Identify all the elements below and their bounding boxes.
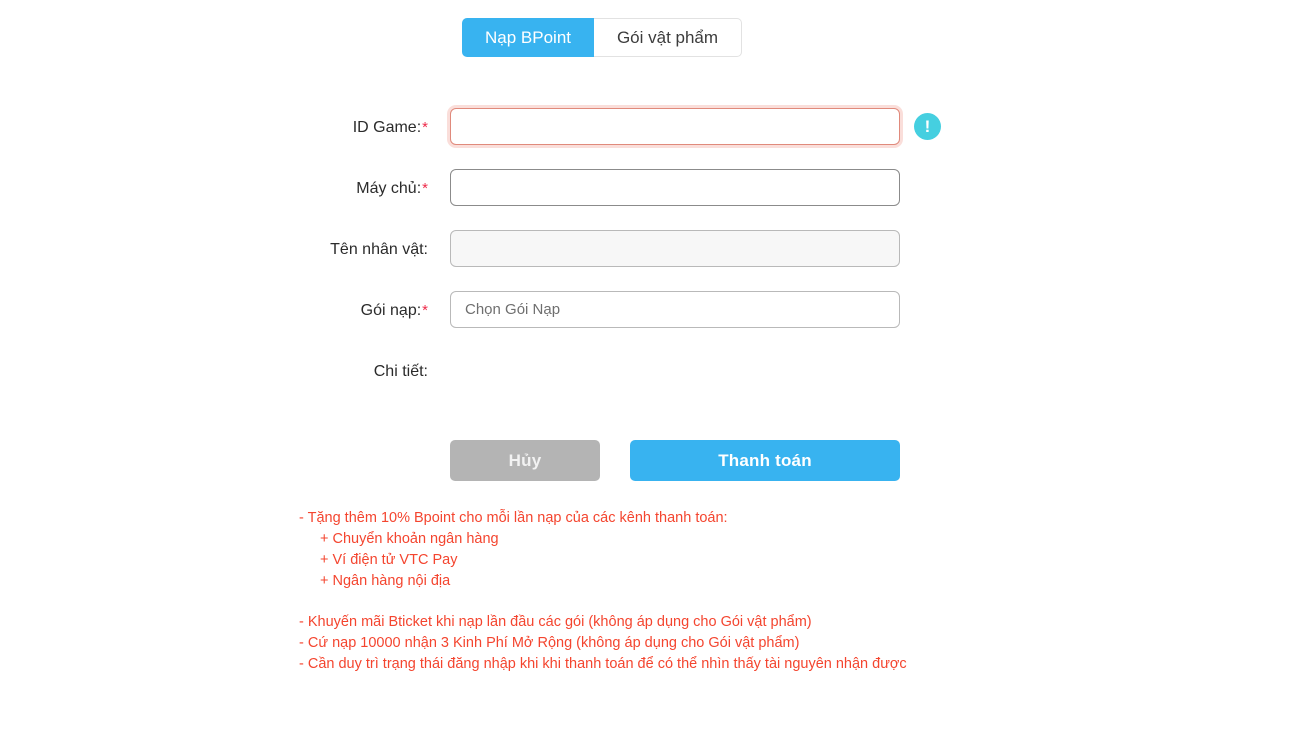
goi-nap-select[interactable] <box>450 291 900 328</box>
ten-nhan-vat-input <box>450 230 900 267</box>
field-wrap-ten-nhan-vat <box>450 230 900 267</box>
payment-type-tabs: Nạp BPoint Gói vật phẩm <box>462 18 742 57</box>
tab-nap-bpoint-label: Nạp BPoint <box>485 28 571 47</box>
pay-button[interactable]: Thanh toán <box>630 440 900 481</box>
form-row-goi-nap: Gói nạp:* <box>0 291 1301 352</box>
recharge-form: ID Game:* ! Máy chủ:* Tên nhân vật: Gói … <box>0 108 1301 413</box>
label-goi-nap-text: Gói nạp: <box>360 302 422 319</box>
label-id-game-text: ID Game: <box>352 119 422 136</box>
tab-nap-bpoint[interactable]: Nạp BPoint <box>462 18 594 57</box>
promo-heading: - Tặng thêm 10% Bpoint cho mỗi lần nạp c… <box>299 510 728 526</box>
required-marker-may-chu: * <box>422 180 428 197</box>
field-wrap-goi-nap <box>450 291 900 328</box>
promo-item: + Chuyển khoản ngân hàng <box>320 531 499 547</box>
cancel-button[interactable]: Hủy <box>450 440 600 481</box>
notes-spacer <box>299 592 919 612</box>
promo-note: - Khuyến mãi Bticket khi nạp lần đầu các… <box>299 614 812 630</box>
field-wrap-id-game: ! <box>450 108 941 145</box>
label-chi-tiet-text: Chi tiết: <box>373 363 428 380</box>
form-row-ten-nhan-vat: Tên nhân vật: <box>0 230 1301 291</box>
required-marker-id-game: * <box>422 119 428 136</box>
label-may-chu: Máy chủ:* <box>0 169 428 209</box>
promo-note: - Cần duy trì trạng thái đăng nhập khi k… <box>299 656 907 672</box>
label-goi-nap: Gói nạp:* <box>0 291 428 331</box>
promotion-notes: - Tặng thêm 10% Bpoint cho mỗi lần nạp c… <box>299 508 919 675</box>
form-row-may-chu: Máy chủ:* <box>0 169 1301 230</box>
label-id-game: ID Game:* <box>0 108 428 148</box>
promo-item: + Ví điện tử VTC Pay <box>320 552 458 568</box>
label-chi-tiet: Chi tiết: <box>0 352 428 392</box>
tab-goi-vat-pham[interactable]: Gói vật phẩm <box>594 18 742 57</box>
form-row-chi-tiet: Chi tiết: <box>0 352 1301 413</box>
required-marker-goi-nap: * <box>422 302 428 319</box>
field-wrap-may-chu <box>450 169 900 206</box>
tab-goi-vat-pham-label: Gói vật phẩm <box>616 28 719 47</box>
promo-item: + Ngân hàng nội địa <box>320 573 451 589</box>
label-may-chu-text: Máy chủ: <box>356 180 422 197</box>
label-ten-nhan-vat-text: Tên nhân vật: <box>330 241 428 258</box>
may-chu-input[interactable] <box>450 169 900 206</box>
form-row-id-game: ID Game:* ! <box>0 108 1301 169</box>
label-ten-nhan-vat: Tên nhân vật: <box>0 230 428 270</box>
promo-note: - Cứ nạp 10000 nhận 3 Kinh Phí Mở Rộng (… <box>299 635 800 651</box>
exclamation-icon-glyph: ! <box>924 117 931 136</box>
id-game-input[interactable] <box>450 108 900 145</box>
exclamation-icon[interactable]: ! <box>914 113 941 140</box>
form-actions: Hủy Thanh toán <box>450 440 900 481</box>
